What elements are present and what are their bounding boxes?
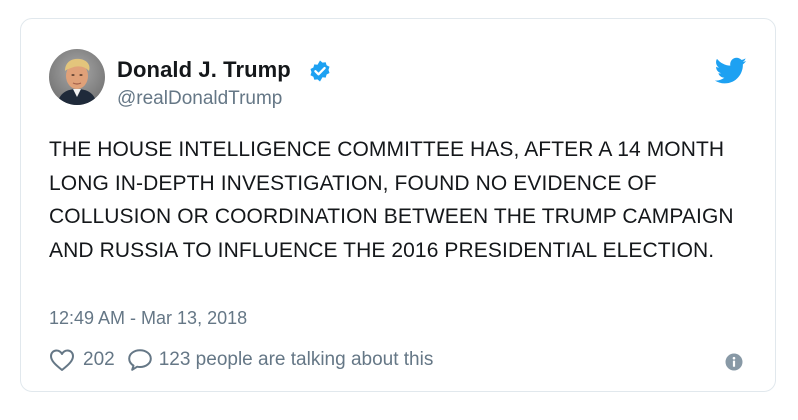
speech-bubble-icon[interactable] [127, 348, 153, 372]
tweet-card: Donald J. Trump @realDonaldTrump THE HOU… [20, 18, 776, 392]
twitter-bird-icon[interactable] [715, 57, 747, 85]
tweet-actions: 202 123 people are talking about this [49, 347, 433, 373]
avatar-image [49, 49, 105, 105]
heart-icon[interactable] [49, 348, 75, 372]
info-icon[interactable] [725, 353, 743, 371]
avatar[interactable] [49, 49, 105, 105]
author-display-name[interactable]: Donald J. Trump [117, 57, 291, 83]
like-count: 202 [83, 349, 115, 370]
tweet-timestamp[interactable]: 12:49 AM - Mar 13, 2018 [49, 307, 247, 329]
author-handle[interactable]: @realDonaldTrump [117, 87, 282, 111]
tweet-text: THE HOUSE INTELLIGENCE COMMITTEE HAS, AF… [49, 138, 734, 262]
talking-about-link[interactable]: 123 people are talking about this [159, 349, 434, 371]
verified-badge-icon [310, 60, 330, 82]
